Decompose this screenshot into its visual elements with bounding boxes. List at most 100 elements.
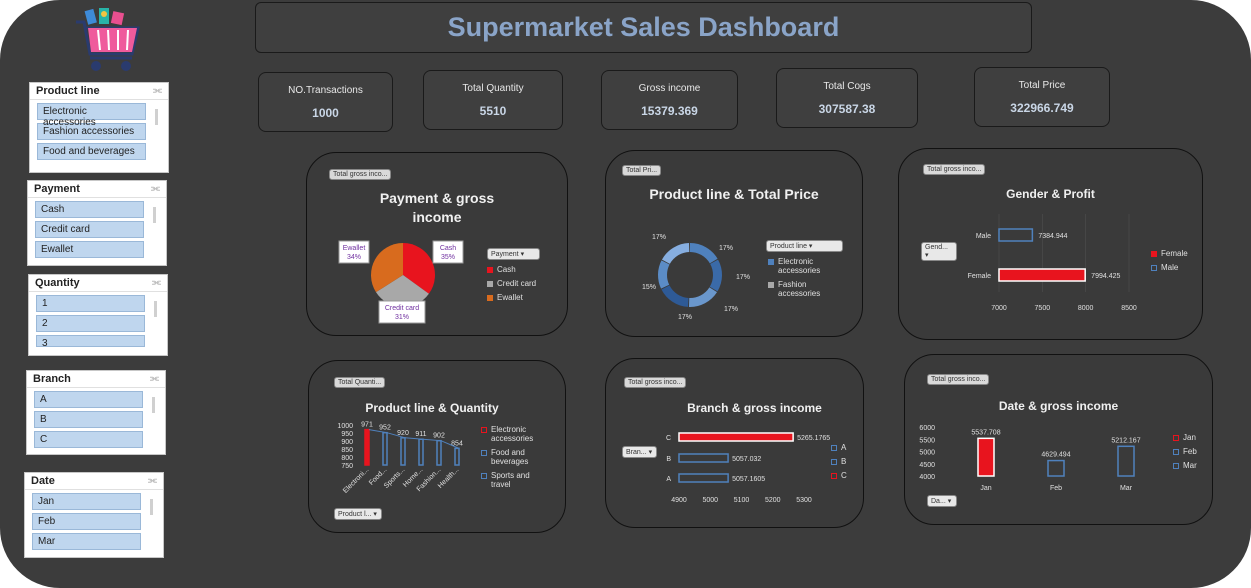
data-label: 911	[415, 431, 426, 438]
slicer-item[interactable]: Fashion accessories	[37, 123, 146, 140]
kpi-label: Total Cogs	[823, 81, 871, 92]
bar-male	[998, 228, 1034, 242]
bar-c	[678, 432, 794, 442]
data-label: 5057.1605	[732, 476, 765, 483]
slicer-item[interactable]: C	[34, 431, 143, 448]
data-label: 952	[379, 425, 391, 432]
product-price-donut-chart: 17% 17% 17% 17% 15% 17%	[642, 234, 750, 321]
gender-legend: Female Male	[1151, 249, 1188, 277]
product-quantity-bar-chart: 1000950900850800750971Electroni...952Foo…	[337, 422, 463, 495]
kpi-value: 1000	[312, 106, 339, 120]
data-label: 17%	[719, 245, 733, 252]
clear-filter-icon[interactable]: ⫘	[148, 475, 157, 486]
chart-title: Date & gross income	[998, 399, 1119, 413]
bar	[436, 439, 442, 466]
category-label: A	[666, 476, 671, 483]
slicer-item[interactable]: 3	[36, 335, 145, 349]
legend-item: Jan	[1173, 433, 1197, 442]
field-button[interactable]: Total Quanti...	[334, 377, 386, 388]
data-label: 5057.032	[732, 456, 761, 463]
bar-a	[678, 473, 729, 483]
slicer-scrollbar[interactable]	[154, 301, 157, 317]
kpi-label: Total Quantity	[462, 83, 524, 94]
slicer-item[interactable]: Mar	[32, 533, 141, 550]
y-tick-label: 6000	[919, 425, 935, 432]
dashboard-title-box: Supermarket Sales Dashboard	[255, 2, 1032, 53]
clear-filter-icon[interactable]: ⫘	[153, 85, 162, 96]
dashboard-title: Supermarket Sales Dashboard	[447, 12, 840, 42]
data-label: 34%	[347, 254, 361, 261]
payment-filter-dropdown[interactable]: Payment	[487, 248, 540, 260]
gender-filter-dropdown[interactable]: Gend...	[921, 242, 957, 261]
chart-date-panel: Total gross inco... Date & gross income …	[904, 354, 1213, 525]
clear-filter-icon[interactable]: ⫘	[150, 373, 159, 384]
slicer-item[interactable]: B	[34, 411, 143, 428]
legend-item: Female	[1151, 249, 1188, 258]
legend-item: Ewallet	[487, 293, 536, 302]
data-label: Cash	[440, 245, 456, 252]
slicer-header: Quantity	[35, 277, 80, 289]
slicer-branch: Branch ⫘ A B C	[26, 370, 166, 455]
clear-filter-icon[interactable]: ⫘	[151, 183, 160, 194]
slicer-item[interactable]: Feb	[32, 513, 141, 530]
x-tick-label: 5300	[796, 497, 812, 504]
slicer-item[interactable]: A	[34, 391, 143, 408]
donut-slice	[709, 259, 722, 292]
branch-filter-dropdown[interactable]: Bran...	[622, 446, 657, 458]
product-line-filter-dropdown[interactable]: Product line	[766, 240, 843, 252]
slicer-item[interactable]: Ewallet	[35, 241, 144, 258]
category-label: Female	[968, 273, 991, 280]
data-label: 17%	[724, 306, 738, 313]
dashboard-canvas: Supermarket Sales Dashboard NO.Transacti…	[0, 0, 1251, 588]
legend-item: Feb	[1173, 447, 1197, 456]
slicer-scrollbar[interactable]	[150, 499, 153, 515]
date-filter-dropdown[interactable]: Da...	[927, 495, 957, 507]
slicer-item[interactable]: Cash	[35, 201, 144, 218]
slicer-header: Payment	[34, 183, 80, 195]
slicer-item[interactable]: 1	[36, 295, 145, 312]
x-tick-label: 4900	[671, 497, 687, 504]
product-line-filter-dropdown[interactable]: Product l...	[334, 508, 382, 520]
kpi-label: NO.Transactions	[288, 85, 363, 96]
donut-slice	[690, 243, 718, 264]
slicer-item[interactable]: Jan	[32, 493, 141, 510]
field-button[interactable]: Total gross inco...	[923, 164, 986, 175]
kpi-value: 15379.369	[641, 104, 698, 118]
kpi-label: Gross income	[638, 83, 701, 94]
kpi-transactions: NO.Transactions 1000	[258, 72, 393, 132]
chart-title: Payment & gross income	[379, 190, 495, 225]
bar	[382, 431, 388, 466]
y-tick-label: 800	[341, 455, 353, 462]
y-tick-label: 4000	[919, 474, 935, 481]
slicer-item[interactable]: Food and beverages	[37, 143, 146, 160]
slicer-item[interactable]: 2	[36, 315, 145, 332]
data-label: 902	[433, 433, 445, 440]
y-tick-label: 750	[341, 463, 353, 470]
slicer-item[interactable]: Electronic accessories	[37, 103, 146, 128]
bar	[454, 447, 460, 466]
chart-title: Product line & Total Price	[649, 186, 819, 202]
field-button[interactable]: Total Pri...	[622, 165, 662, 176]
field-button[interactable]: Total gross inco...	[329, 169, 392, 180]
slicer-scrollbar[interactable]	[152, 397, 155, 413]
slicer-product-line: Product line ⫘ Electronic accessories Fas…	[29, 82, 169, 173]
kpi-total-quantity: Total Quantity 5510	[423, 70, 563, 130]
field-button[interactable]: Total gross inco...	[624, 377, 687, 388]
slicer-item[interactable]: Credit card	[35, 221, 144, 238]
slicer-header: Date	[31, 475, 55, 487]
slicer-header: Product line	[36, 85, 100, 97]
slicer-scrollbar[interactable]	[155, 109, 158, 125]
chart-product-price-panel: Total Pri... Product line & Total Price …	[605, 150, 863, 337]
slicer-scrollbar[interactable]	[153, 207, 156, 223]
donut-slice	[661, 285, 689, 307]
bar-feb	[1047, 459, 1065, 477]
chart-title: Branch & gross income	[687, 401, 822, 415]
data-label: 17%	[678, 314, 692, 321]
data-label: 31%	[395, 314, 409, 321]
field-button[interactable]: Total gross inco...	[927, 374, 990, 385]
date-bar-chart: 6000 5500 5000 4500 4000 5537.708 Jan 4629.494 F…	[919, 425, 1140, 492]
y-tick-label: 4500	[919, 462, 935, 469]
kpi-gross-income: Gross income 15379.369	[601, 70, 738, 130]
clear-filter-icon[interactable]: ⫘	[152, 277, 161, 288]
data-label: 7384.944	[1038, 233, 1067, 240]
